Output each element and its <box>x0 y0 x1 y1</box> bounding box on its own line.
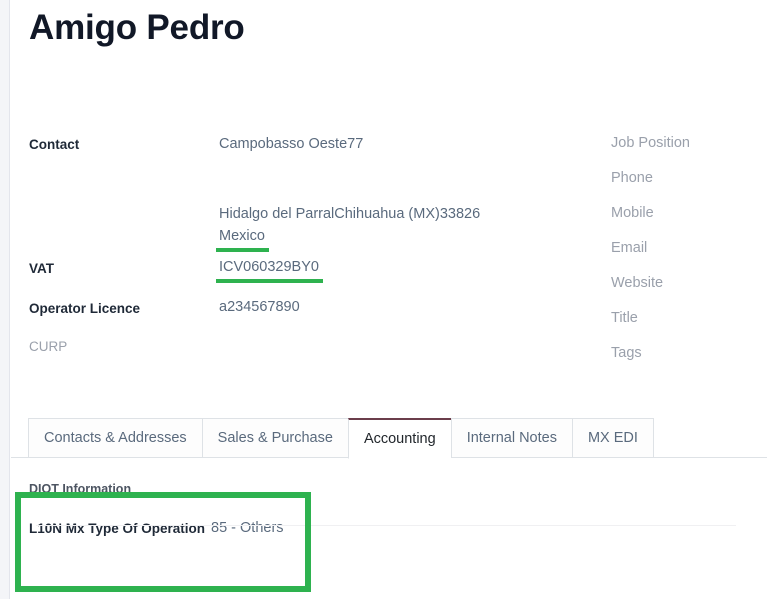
record-form-screen: Amigo Pedro Contact Campobasso Oeste77 H… <box>0 0 767 599</box>
address-zip: 33826 <box>439 206 481 222</box>
address-state: Chihuahua (MX) <box>334 206 440 222</box>
field-placeholder-website[interactable]: Website <box>611 272 767 307</box>
form-column-left: Contact Campobasso Oeste77 Hidalgo del P… <box>29 132 619 363</box>
tab-bar: Contacts & Addresses Sales & Purchase Ac… <box>11 418 767 459</box>
field-label-vat: VAT <box>29 261 54 276</box>
diot-panel-body: L10N Mx Type Of Operation 85 - Others <box>29 505 767 539</box>
address-lines: Campobasso Oeste77 Hidalgo del ParralChi… <box>216 132 480 252</box>
address-street-number: 77 <box>347 136 364 152</box>
page-title: Amigo Pedro <box>29 8 245 47</box>
field-value-vat: ICV060329BY0 <box>216 256 323 283</box>
tab-contacts-addresses[interactable]: Contacts & Addresses <box>28 418 202 458</box>
tab-sales-purchase[interactable]: Sales & Purchase <box>201 418 348 458</box>
field-vat: VAT ICV060329BY0 <box>29 256 619 285</box>
field-placeholder-title[interactable]: Title <box>611 307 767 342</box>
tab-internal-notes[interactable]: Internal Notes <box>450 418 572 458</box>
field-label-operator-licence: Operator Licence <box>29 301 141 316</box>
address-street: Campobasso Oeste <box>219 136 348 152</box>
field-curp: CURP <box>29 334 619 363</box>
field-value-l10n-mx-type-of-operation[interactable]: 85 - Others <box>211 518 284 539</box>
diot-information-panel: DIOT Information L10N Mx Type Of Operati… <box>29 480 767 539</box>
field-placeholder-tags[interactable]: Tags <box>611 342 767 377</box>
field-placeholder-mobile[interactable]: Mobile <box>611 202 767 237</box>
address-country: Mexico <box>216 226 269 252</box>
tab-accounting[interactable]: Accounting <box>347 418 451 459</box>
field-operator-licence: Operator Licence a234567890 <box>29 296 619 325</box>
address-city: Hidalgo del Parral <box>219 206 335 222</box>
field-placeholder-job-position[interactable]: Job Position <box>611 132 767 167</box>
tab-mx-edi[interactable]: MX EDI <box>571 418 654 458</box>
left-gutter <box>0 0 10 599</box>
field-label-l10n-mx-type-of-operation: L10N Mx Type Of Operation <box>29 521 206 536</box>
address-street2-line[interactable] <box>219 156 480 204</box>
address-country-line[interactable]: Mexico <box>216 226 480 252</box>
field-l10n-mx-type-of-operation: L10N Mx Type Of Operation 85 - Others <box>29 518 767 539</box>
diot-panel-rule <box>36 525 736 526</box>
address-city-line[interactable]: Hidalgo del ParralChihuahua (MX)33826 <box>219 204 480 226</box>
field-label-contact: Contact <box>29 137 80 152</box>
field-value-vat-wrap[interactable]: ICV060329BY0 <box>216 256 323 283</box>
form-column-right: Job Position Phone Mobile Email Website … <box>611 132 767 377</box>
tab-list: Contacts & Addresses Sales & Purchase Ac… <box>28 418 654 459</box>
field-placeholder-phone[interactable]: Phone <box>611 167 767 202</box>
address-street-line[interactable]: Campobasso Oeste77 <box>219 134 480 156</box>
field-label-curp[interactable]: CURP <box>29 334 219 358</box>
field-contact-address: Contact Campobasso Oeste77 Hidalgo del P… <box>29 132 619 252</box>
diot-panel-title: DIOT Information <box>29 482 132 496</box>
field-value-operator-licence[interactable]: a234567890 <box>219 296 300 318</box>
record-sheet: Amigo Pedro Contact Campobasso Oeste77 H… <box>11 0 767 599</box>
field-placeholder-email[interactable]: Email <box>611 237 767 272</box>
